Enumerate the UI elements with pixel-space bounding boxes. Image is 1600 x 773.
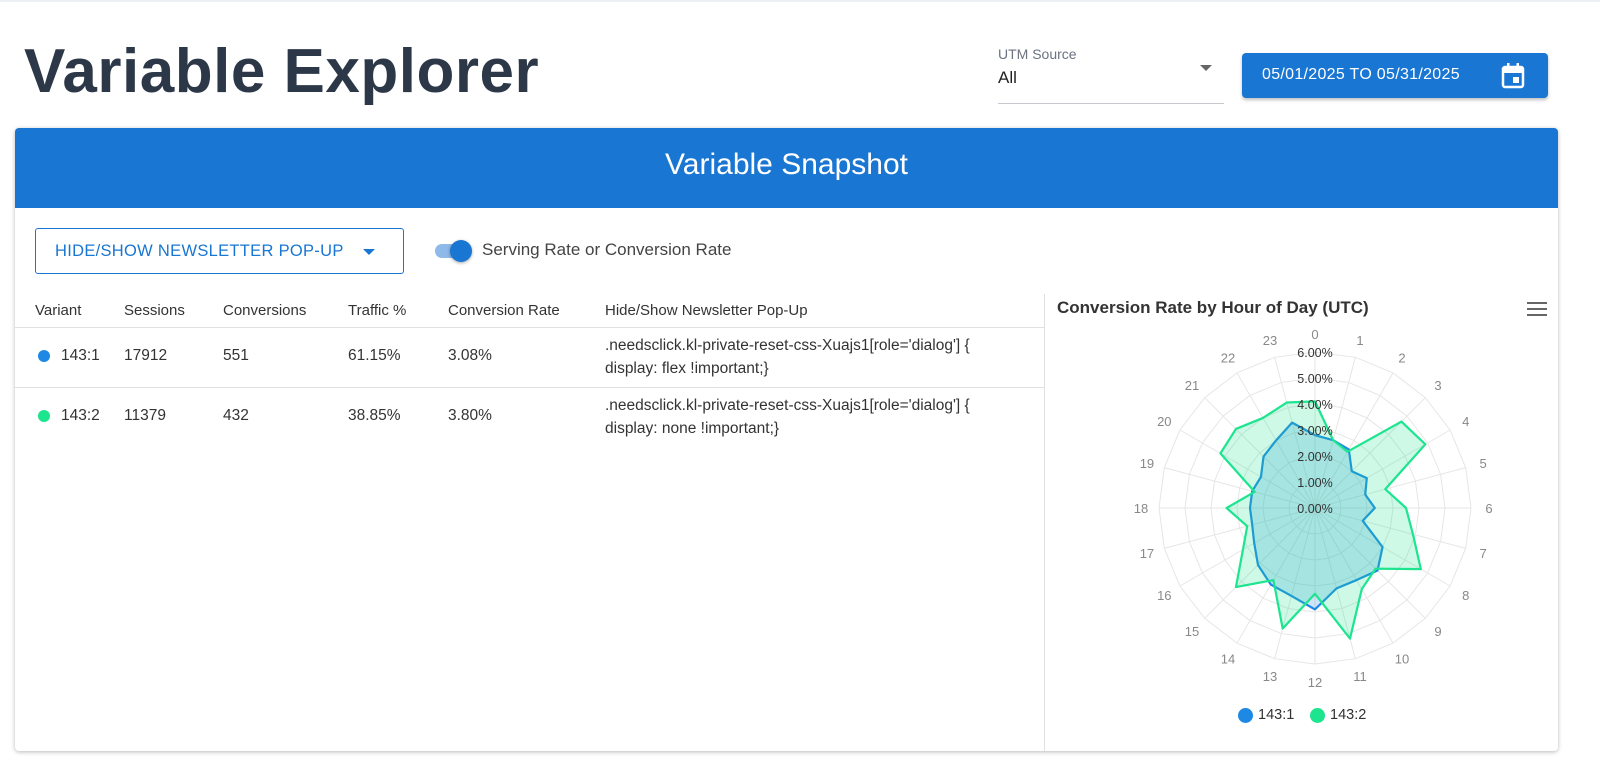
hour-label: 18 bbox=[1134, 501, 1148, 516]
date-range-label: 05/01/2025 TO 05/31/2025 bbox=[1262, 66, 1460, 83]
utm-source-select[interactable]: UTM Source All bbox=[998, 44, 1224, 104]
hour-label: 1 bbox=[1356, 333, 1363, 348]
hour-label: 13 bbox=[1263, 669, 1277, 684]
card-header: Variable Snapshot bbox=[15, 128, 1558, 208]
conversion-rate-value: 3.08% bbox=[448, 347, 492, 364]
legend-item-143-1[interactable]: 143:1 bbox=[1238, 707, 1294, 723]
conversions-value: 432 bbox=[223, 407, 249, 424]
utm-source-value: All bbox=[998, 68, 1017, 87]
hour-label: 12 bbox=[1308, 675, 1322, 690]
toggle-label: Serving Rate or Conversion Rate bbox=[482, 240, 732, 259]
radial-tick-label: 3.00% bbox=[1297, 424, 1332, 438]
sessions-value: 17912 bbox=[124, 347, 168, 364]
hour-label: 0 bbox=[1311, 327, 1318, 342]
row-divider bbox=[15, 387, 1044, 388]
hour-label: 15 bbox=[1185, 624, 1199, 639]
radar-chart: 0.00%1.00%2.00%3.00%4.00%5.00%6.00%0 1234… bbox=[1134, 327, 1493, 690]
radar-chart-panel: Conversion Rate by Hour of Day (UTC) 0.0… bbox=[1045, 294, 1558, 751]
radial-tick-label: 1.00% bbox=[1297, 476, 1332, 490]
hour-label: 8 bbox=[1462, 588, 1469, 603]
hour-label: 3 bbox=[1434, 378, 1441, 393]
caret-down-icon bbox=[363, 249, 375, 255]
css-line: display: flex !important;} bbox=[605, 360, 769, 377]
hour-label: 9 bbox=[1434, 624, 1441, 639]
hour-label: 23 bbox=[1263, 333, 1277, 348]
radial-tick-label: 4.00% bbox=[1297, 398, 1332, 412]
traffic-value: 38.85% bbox=[348, 407, 401, 424]
hour-label: 11 bbox=[1353, 669, 1367, 684]
legend-item-143-2[interactable]: 143:2 bbox=[1310, 707, 1366, 723]
hour-label: 17 bbox=[1140, 546, 1154, 561]
variant-id: 143:1 bbox=[61, 347, 100, 364]
page-title: Variable Explorer bbox=[24, 37, 540, 106]
css-line: display: none !important;} bbox=[605, 420, 780, 437]
header-traffic: Traffic % bbox=[348, 302, 407, 319]
css-line: .needsclick.kl-private-reset-css-Xuajs1[… bbox=[605, 397, 970, 414]
calendar-icon bbox=[1501, 63, 1525, 89]
css-line: .needsclick.kl-private-reset-css-Xuajs1[… bbox=[605, 337, 970, 354]
variable-snapshot-card: Variable Snapshot HIDE/SHOW NEWSLETTER P… bbox=[15, 128, 1558, 751]
variable-value: .needsclick.kl-private-reset-css-Xuajs1[… bbox=[605, 394, 1035, 440]
radial-tick-label: 6.00% bbox=[1297, 346, 1332, 360]
variant-id: 143:2 bbox=[61, 407, 100, 424]
hour-label: 22 bbox=[1221, 350, 1235, 365]
hour-label: 21 bbox=[1185, 378, 1199, 393]
legend-dot bbox=[1238, 708, 1253, 723]
header-divider bbox=[15, 327, 1044, 328]
hour-label: 16 bbox=[1157, 588, 1171, 603]
variable-select-label: HIDE/SHOW NEWSLETTER POP-UP bbox=[55, 242, 344, 260]
hour-label: 14 bbox=[1221, 652, 1235, 667]
variable-value: .needsclick.kl-private-reset-css-Xuajs1[… bbox=[605, 334, 1035, 380]
sessions-value: 11379 bbox=[124, 407, 166, 424]
hour-label: 6 bbox=[1485, 501, 1492, 516]
hour-label: 4 bbox=[1462, 414, 1469, 429]
variants-table: Variant Sessions Conversions Traffic % C… bbox=[15, 294, 1044, 751]
variable-select-button[interactable]: HIDE/SHOW NEWSLETTER POP-UP bbox=[35, 228, 404, 274]
top-border bbox=[0, 0, 1600, 2]
hour-label: 19 bbox=[1140, 456, 1154, 471]
utm-source-label: UTM Source bbox=[998, 46, 1077, 62]
legend-label: 143:2 bbox=[1330, 707, 1367, 723]
header-conversion-rate: Conversion Rate bbox=[448, 302, 560, 319]
hour-label: 5 bbox=[1479, 456, 1486, 471]
toggle-thumb bbox=[450, 240, 472, 262]
radial-tick-label: 2.00% bbox=[1297, 450, 1332, 464]
conversion-rate-value: 3.80% bbox=[448, 407, 492, 424]
radial-tick-label: 0.00% bbox=[1297, 502, 1332, 516]
hour-label: 20 bbox=[1157, 414, 1171, 429]
card-title: Variable Snapshot bbox=[665, 148, 908, 181]
rate-toggle-switch[interactable] bbox=[433, 238, 473, 264]
hour-label: 7 bbox=[1479, 546, 1486, 561]
variant-color-dot bbox=[38, 350, 50, 362]
hour-label: 10 bbox=[1395, 652, 1409, 667]
legend-label: 143:1 bbox=[1258, 707, 1295, 723]
header-sessions: Sessions bbox=[124, 302, 185, 319]
legend-dot bbox=[1310, 708, 1325, 723]
header-variant: Variant bbox=[35, 302, 82, 319]
radial-tick-label: 5.00% bbox=[1297, 372, 1332, 386]
header-variable-value: Hide/Show Newsletter Pop-Up bbox=[605, 302, 808, 319]
caret-down-icon bbox=[1200, 65, 1212, 71]
traffic-value: 61.15% bbox=[348, 347, 401, 364]
date-range-button[interactable]: 05/01/2025 TO 05/31/2025 bbox=[1242, 53, 1548, 98]
conversions-value: 551 bbox=[223, 347, 249, 364]
variant-color-dot bbox=[38, 410, 50, 422]
hour-label: 2 bbox=[1398, 350, 1405, 365]
header-conversions: Conversions bbox=[223, 302, 307, 319]
